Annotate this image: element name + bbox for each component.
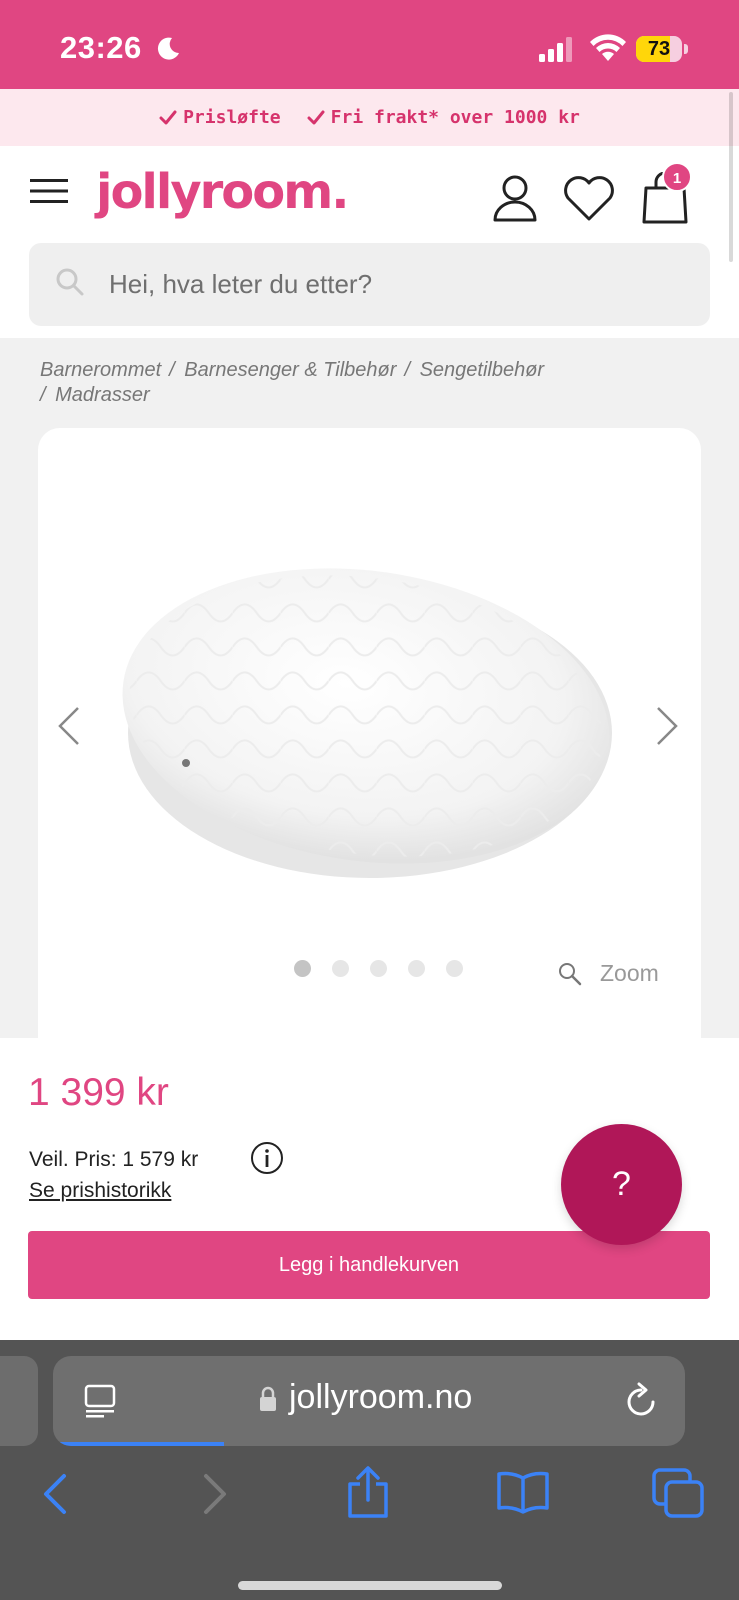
lock-icon xyxy=(260,1386,276,1411)
info-icon[interactable] xyxy=(250,1141,284,1175)
url-text: jollyroom.no xyxy=(289,1378,473,1416)
search-section xyxy=(0,240,739,338)
status-time: 23:26 xyxy=(60,30,142,65)
battery-indicator: 73 xyxy=(636,36,688,62)
pagination-dot[interactable] xyxy=(332,960,349,977)
browser-toolbar: jollyroom.no xyxy=(0,1340,739,1600)
home-indicator xyxy=(238,1581,502,1590)
search-input[interactable] xyxy=(109,243,689,326)
forward-arrow-icon[interactable] xyxy=(200,1472,230,1516)
pagination-dot[interactable] xyxy=(370,960,387,977)
zoom-button[interactable]: Zoom xyxy=(558,960,659,987)
promo-label: Prisløfte xyxy=(183,107,281,128)
search-box[interactable] xyxy=(29,243,710,326)
price-history-link[interactable]: Se prishistorikk xyxy=(29,1179,171,1203)
pagination-dot[interactable] xyxy=(294,960,311,977)
reader-mode-icon[interactable] xyxy=(83,1384,117,1418)
page-load-progress xyxy=(53,1442,224,1446)
cart-count-badge[interactable]: 1 xyxy=(662,162,692,192)
address-bar[interactable]: jollyroom.no xyxy=(53,1356,685,1446)
price-section: 1 399 kr Veil. Pris: 1 579 kr Se prishis… xyxy=(0,1038,739,1340)
pagination-dot[interactable] xyxy=(408,960,425,977)
promo-free-shipping: Fri frakt* over 1000 kr xyxy=(307,107,580,128)
jollyroom-logo[interactable]: jollyroom. xyxy=(96,164,349,220)
hamburger-menu-icon[interactable] xyxy=(30,176,68,206)
reload-icon[interactable] xyxy=(623,1382,659,1420)
promo-strip: Prisløfte Fri frakt* over 1000 kr xyxy=(0,89,739,146)
wishlist-heart-icon[interactable] xyxy=(562,176,616,222)
product-gallery-area: Barnerommet / Barnesenger & Tilbehør / Sen… xyxy=(0,338,739,1038)
breadcrumb-item[interactable]: Sengetilbehør xyxy=(420,359,545,381)
zoom-label: Zoom xyxy=(600,960,659,986)
share-icon[interactable] xyxy=(346,1466,390,1518)
check-icon xyxy=(159,110,177,124)
product-image-gallery[interactable]: Zoom xyxy=(38,428,701,1038)
product-price: 1 399 kr xyxy=(28,1071,169,1114)
product-image-mattress xyxy=(122,568,612,878)
recommended-price: Veil. Pris: 1 579 kr xyxy=(29,1148,199,1171)
promo-label: Fri frakt* over 1000 kr xyxy=(330,107,580,128)
help-button[interactable]: ? xyxy=(561,1124,682,1245)
chevron-right-icon[interactable] xyxy=(654,706,680,746)
breadcrumb-item[interactable]: Barnerommet xyxy=(40,359,161,381)
chevron-left-icon[interactable] xyxy=(56,706,82,746)
previous-tab-peek[interactable] xyxy=(0,1356,38,1446)
breadcrumb-item[interactable]: Madrasser xyxy=(55,384,149,406)
cellular-signal-icon xyxy=(539,37,572,62)
breadcrumb-item[interactable]: Barnesenger & Tilbehør xyxy=(184,359,396,381)
check-icon xyxy=(307,110,325,124)
account-icon[interactable] xyxy=(492,174,538,222)
breadcrumb: Barnerommet / Barnesenger & Tilbehør / Sen… xyxy=(40,359,545,406)
promo-price-promise: Prisløfte xyxy=(159,107,281,128)
browser-nav-row xyxy=(0,1464,739,1524)
magnifier-icon xyxy=(559,962,582,985)
moon-icon xyxy=(157,37,179,60)
wifi-icon xyxy=(590,34,626,61)
search-icon xyxy=(56,268,84,296)
battery-level-text: 73 xyxy=(647,38,671,60)
status-bar: 23:26 73 xyxy=(0,0,739,89)
site-header: jollyroom. 1 xyxy=(0,146,739,240)
bookmarks-icon[interactable] xyxy=(496,1470,550,1514)
tabs-overview-icon[interactable] xyxy=(652,1468,704,1518)
gallery-pagination-dots xyxy=(294,960,463,977)
back-arrow-icon[interactable] xyxy=(40,1472,70,1516)
page-scrollbar[interactable] xyxy=(729,92,733,262)
pagination-dot[interactable] xyxy=(446,960,463,977)
